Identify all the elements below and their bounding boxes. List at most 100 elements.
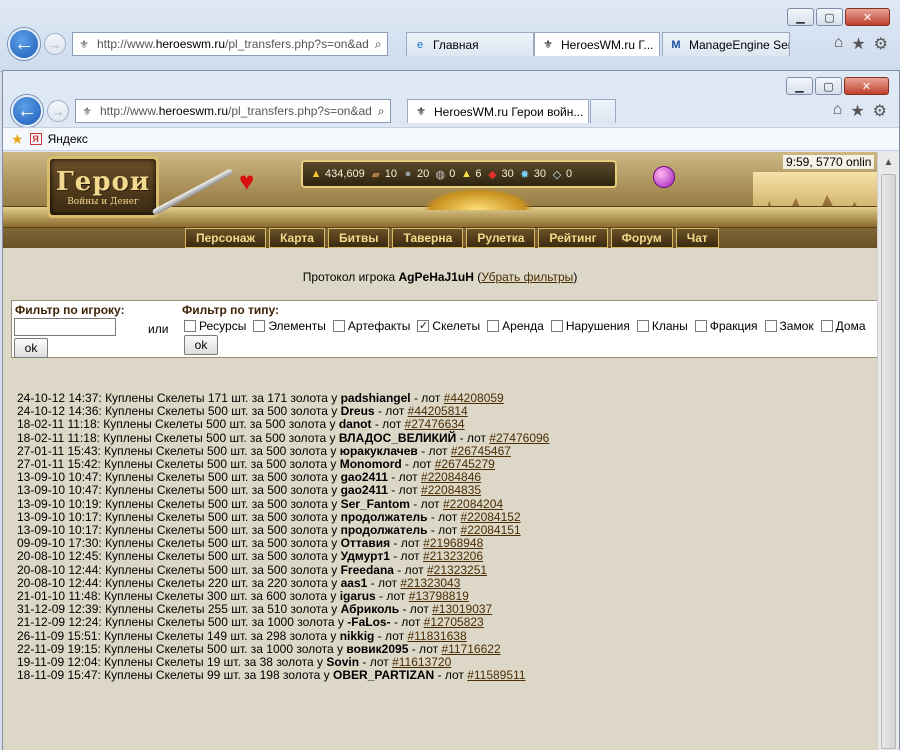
- maximize-icon[interactable]: ▢: [816, 8, 843, 26]
- lot-link[interactable]: #13798819: [409, 589, 469, 603]
- seller-name[interactable]: aas1: [341, 576, 368, 590]
- maximize-icon[interactable]: ▢: [815, 77, 842, 95]
- seller-name[interactable]: gao2411: [341, 483, 388, 497]
- home-icon[interactable]: ⌂: [833, 101, 843, 121]
- seller-name[interactable]: ВЛАДОС_ВЕЛИКИЙ: [339, 431, 456, 445]
- lot-link[interactable]: #27476634: [405, 417, 465, 431]
- seller-name[interactable]: Абриколь: [341, 602, 400, 616]
- nav-item-6[interactable]: Форум: [610, 228, 673, 248]
- close-icon[interactable]: ✕: [845, 8, 890, 26]
- seller-name[interactable]: Оттавия: [341, 536, 391, 550]
- favorites-star-icon[interactable]: ★: [851, 34, 865, 54]
- checkbox[interactable]: [487, 320, 500, 332]
- checkbox[interactable]: [694, 320, 707, 332]
- tab-close-icon[interactable]: ✕: [583, 105, 588, 119]
- seller-name[interactable]: Sovin: [326, 655, 359, 669]
- scrollbar-thumb[interactable]: [881, 174, 896, 749]
- minimize-icon[interactable]: ▁: [786, 77, 813, 95]
- lot-link[interactable]: #44208059: [444, 391, 504, 405]
- seller-name[interactable]: Monomord: [340, 457, 402, 471]
- favorite-yandex-link[interactable]: Яндекс: [48, 132, 88, 146]
- player-filter-ok-button[interactable]: ok: [14, 338, 48, 358]
- type-filter-option[interactable]: Аренда: [487, 319, 544, 333]
- seller-name[interactable]: Ser_Fantom: [341, 497, 410, 511]
- favorites-star-icon[interactable]: ★: [850, 101, 864, 121]
- player-name[interactable]: AgPeHaJ1uH: [399, 270, 474, 284]
- forward-arrow-icon[interactable]: →: [47, 100, 69, 122]
- type-filter-option[interactable]: Ресурсы: [184, 319, 246, 333]
- lot-link[interactable]: #26745279: [435, 457, 495, 471]
- seller-name[interactable]: Freedana: [341, 563, 394, 577]
- clear-filters-link[interactable]: Убрать фильтры: [481, 270, 573, 284]
- minimize-icon[interactable]: ▁: [787, 8, 814, 26]
- search-icon[interactable]: ⌕: [378, 104, 385, 119]
- front-address-bar[interactable]: ⚜ http://www. heroeswm.ru/pl_transfers.ph…: [75, 99, 391, 123]
- nav-item-2[interactable]: Битвы: [327, 228, 390, 248]
- lot-link[interactable]: #27476096: [489, 431, 549, 445]
- type-filter-option[interactable]: ✓ Скелеты: [417, 319, 480, 333]
- back-arrow-icon[interactable]: ←: [8, 28, 40, 60]
- nav-item-1[interactable]: Карта: [269, 228, 325, 248]
- lot-link[interactable]: #21968948: [423, 536, 483, 550]
- lot-link[interactable]: #22084152: [461, 510, 521, 524]
- forward-arrow-icon[interactable]: →: [44, 33, 66, 55]
- type-filter-option[interactable]: Нарушения: [550, 319, 630, 333]
- lot-link[interactable]: #13019037: [432, 602, 492, 616]
- checkbox[interactable]: [550, 320, 563, 332]
- seller-name[interactable]: вовик2095: [346, 642, 408, 656]
- add-favorite-star-icon[interactable]: ★: [11, 131, 24, 148]
- checkbox[interactable]: [636, 320, 649, 332]
- lot-link[interactable]: #21323206: [423, 549, 483, 563]
- nav-item-7[interactable]: Чат: [675, 228, 719, 248]
- checkbox[interactable]: [764, 320, 777, 332]
- seller-name[interactable]: OBER_PARTIZAN: [333, 668, 434, 682]
- checkbox[interactable]: [820, 320, 833, 332]
- tab-close-icon[interactable]: ✕: [653, 38, 659, 52]
- seller-name[interactable]: nikkig: [340, 629, 375, 643]
- back-address-bar[interactable]: ⚜ http://www. heroeswm.ru/pl_transfers.ph…: [72, 32, 388, 56]
- type-filter-option[interactable]: Кланы: [636, 319, 688, 333]
- seller-name[interactable]: Удмурт1: [341, 549, 390, 563]
- checkbox[interactable]: [184, 320, 196, 332]
- lot-link[interactable]: #44205814: [408, 404, 468, 418]
- lot-link[interactable]: #21323043: [400, 576, 460, 590]
- type-filter-option[interactable]: Элементы: [253, 319, 326, 333]
- nav-item-4[interactable]: Рулетка: [466, 228, 536, 248]
- type-filter-ok-button[interactable]: ok: [184, 335, 218, 355]
- type-filter-option[interactable]: Дома: [820, 319, 866, 333]
- lot-link[interactable]: #21323251: [427, 563, 487, 577]
- lot-link[interactable]: #11716622: [441, 642, 500, 656]
- seller-name[interactable]: gao2411: [341, 470, 388, 484]
- checkbox[interactable]: ✓: [417, 320, 430, 332]
- lot-link[interactable]: #22084846: [421, 470, 481, 484]
- seller-name[interactable]: Dreus: [341, 404, 375, 418]
- vertical-scrollbar[interactable]: ▲: [877, 152, 899, 750]
- scroll-up-icon[interactable]: ▲: [878, 152, 899, 172]
- seller-name[interactable]: -FaLos-: [347, 615, 390, 629]
- seller-name[interactable]: юракуклачев: [340, 444, 418, 458]
- lot-link[interactable]: #22084151: [461, 523, 521, 537]
- nav-item-0[interactable]: Персонаж: [185, 228, 267, 248]
- type-filter-option[interactable]: Артефакты: [332, 319, 410, 333]
- new-tab-button[interactable]: [590, 99, 616, 123]
- tab-manageengine[interactable]: M ManageEngine Ser...: [662, 32, 790, 56]
- lot-link[interactable]: #11831638: [407, 629, 466, 643]
- close-icon[interactable]: ✕: [844, 77, 889, 95]
- settings-gear-icon[interactable]: ⚙: [873, 101, 887, 121]
- lot-link[interactable]: #22084835: [421, 483, 481, 497]
- lot-link[interactable]: #12705823: [424, 615, 484, 629]
- type-filter-option[interactable]: Замок: [764, 319, 814, 333]
- settings-gear-icon[interactable]: ⚙: [874, 34, 888, 54]
- lot-link[interactable]: #22084204: [443, 497, 503, 511]
- nav-item-3[interactable]: Таверна: [392, 228, 464, 248]
- seller-name[interactable]: padshiangel: [341, 391, 411, 405]
- lot-link[interactable]: #26745467: [451, 444, 511, 458]
- type-filter-option[interactable]: Фракция: [694, 319, 758, 333]
- player-filter-input[interactable]: [14, 318, 116, 336]
- game-logo[interactable]: Герои Войны и Денег: [47, 156, 159, 218]
- search-icon[interactable]: ⌕: [375, 37, 382, 52]
- nav-item-5[interactable]: Рейтинг: [538, 228, 608, 248]
- tab-heroeswm-active[interactable]: ⚜ HeroesWM.ru Герои войн... ✕: [407, 99, 589, 123]
- checkbox[interactable]: [332, 320, 345, 332]
- checkbox[interactable]: [253, 320, 266, 332]
